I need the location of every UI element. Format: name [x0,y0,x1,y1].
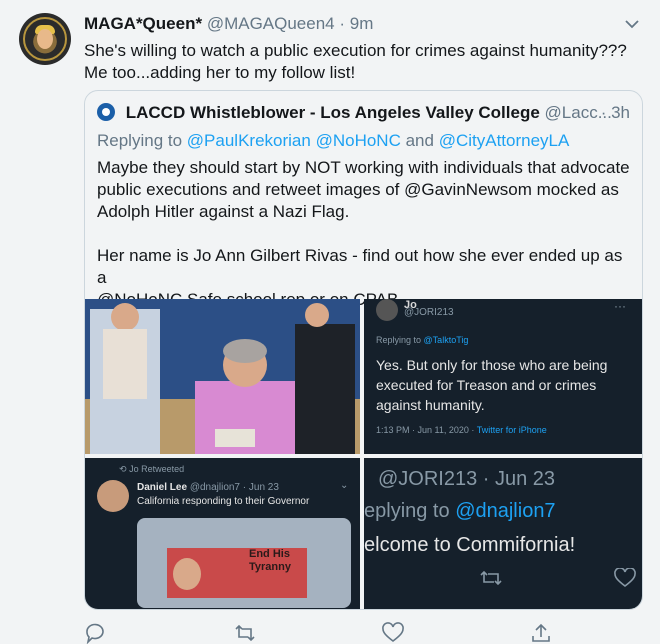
banner-face [173,558,201,590]
media-screenshot-4[interactable]: @JORI213 · Jun 23 eplying to @dnajlion7 … [364,458,642,609]
media-text-line: executed for Treason and or crimes [376,377,597,393]
retweeted-text: Jo Retweeted [129,464,185,474]
quoted-text-line: Adolph Hitler against a Nazi Flag. [97,202,350,221]
media-screenshot-3[interactable]: ⟲ Jo Retweeted Daniel Lee @dnajlion7 · J… [85,458,360,609]
reply-user-link[interactable]: @CityAttorneyLA [439,131,570,150]
media-grid: Jo @JORI213 ··· Replying to @TalktoTig Y… [85,299,642,609]
quoted-time-value: 3h [611,103,630,122]
avatar [97,480,129,512]
media4-header: @JORI213 · Jun 23 [378,468,556,490]
media4-replying-user: @dnajlion7 [455,500,556,522]
media-client: Twitter for iPhone [476,425,547,435]
banner-line: End His [249,548,290,560]
media4-text: elcome to Commifornia! [364,534,576,556]
retweet-icon: ⟲ [119,464,127,474]
avatar[interactable] [19,13,71,65]
reply-user-link[interactable]: @PaulKrekorian [187,131,311,150]
media-text-line: against humanity. [376,397,485,413]
action-bar [84,622,564,644]
media3-user: Daniel Lee [137,482,188,493]
media4-replying-label: eplying to [364,500,450,522]
handle[interactable]: @MAGAQueen4 [207,14,335,33]
retweeted-label: ⟲ Jo Retweeted [119,464,184,475]
reply-icon[interactable] [84,622,106,644]
media4-replying: eplying to @dnajlion7 [364,500,556,523]
media-handle: @JORI213 [404,307,454,318]
media-timestamp-value: 1:13 PM · Jun 11, 2020 · [376,425,475,435]
media-replying: Replying to @TalktoTig [376,335,468,345]
media-screenshot-2[interactable]: Jo @JORI213 ··· Replying to @TalktoTig Y… [364,299,642,454]
reply-and: and [405,131,434,150]
chevron-down-icon[interactable] [622,14,642,34]
media-text: Yes. But only for those who are being ex… [376,355,607,415]
separator: · [339,14,350,33]
tweet[interactable]: MAGA*Queen* @MAGAQueen4 · 9m She's willi… [0,0,660,644]
replying-to: Replying to @PaulKrekorian @NoHoNC and @… [97,131,569,151]
retweet-icon [480,570,502,586]
media3-header: Daniel Lee @dnajlion7 · Jun 23 [137,482,279,493]
media-text-line: Yes. But only for those who are being [376,357,608,373]
tweet-text: She's willing to watch a public executio… [84,40,644,84]
quoted-avatar-icon [97,103,115,121]
avatar-face [37,29,53,49]
media-replying-user: @TalktoTig [423,335,469,345]
tweet-text-line: She's willing to watch a public executio… [84,41,627,60]
media-timestamp: 1:13 PM · Jun 11, 2020 · Twitter for iPh… [376,425,547,435]
like-icon[interactable] [382,622,404,644]
quoted-tweet[interactable]: LACCD Whistleblower - Los Angeles Valley… [84,90,643,610]
quoted-time: · 3h [600,103,630,122]
more-icon: ··· [614,299,626,313]
timestamp[interactable]: 9m [350,14,374,33]
quoted-display-name: LACCD Whistleblower - Los Angeles Valley… [125,103,540,122]
share-icon[interactable] [530,622,552,644]
tweet-header: MAGA*Queen* @MAGAQueen4 · 9m [84,14,373,34]
tweet-text-line: Me too...adding her to my follow list! [84,63,356,82]
photo-illustration [85,299,360,454]
quoted-text-line: Maybe they should start by NOT working w… [97,158,630,177]
media-replying-label: Replying to [376,335,422,345]
chevron-down-icon: ⌄ [340,480,349,491]
media-photo-1[interactable] [85,299,360,454]
reply-user-link[interactable]: @NoHoNC [316,131,401,150]
replying-label: Replying to [97,131,183,150]
display-name[interactable]: MAGA*Queen* [84,14,202,33]
avatar [376,299,398,321]
quoted-text-line: public executions and retweet images of … [97,180,619,199]
media3-text: California responding to their Governor [137,496,310,507]
like-icon [614,568,636,588]
quoted-header: LACCD Whistleblower - Los Angeles Valley… [97,103,630,123]
media3-handle: @dnajlion7 · Jun 23 [189,482,279,493]
banner-line: Tyranny [249,561,291,573]
banner-text: End His Tyranny [249,548,291,574]
media3-photo: End His Tyranny [137,518,351,608]
quoted-text-line: Her name is Jo Ann Gilbert Rivas - find … [97,246,623,287]
retweet-icon[interactable] [234,622,256,644]
quoted-text: Maybe they should start by NOT working w… [97,157,632,311]
